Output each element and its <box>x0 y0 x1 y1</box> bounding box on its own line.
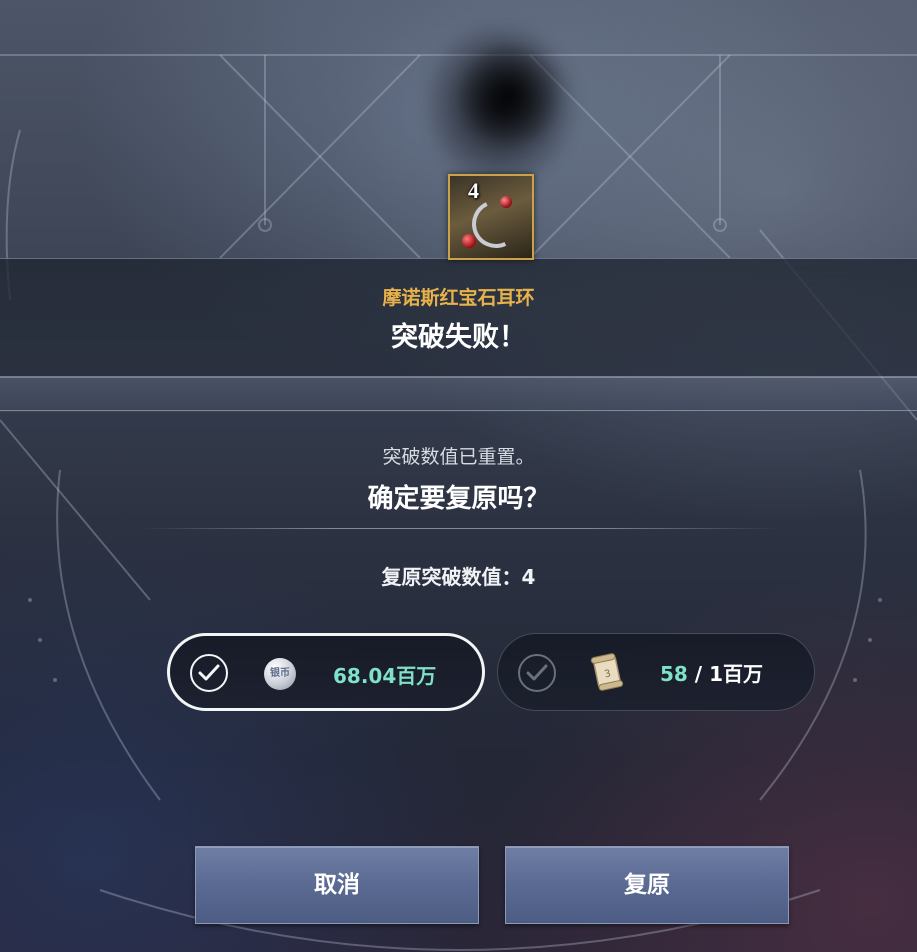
reset-notice: 突破数值已重置。 <box>382 446 535 468</box>
confirm-question: 确定要复原吗？ <box>367 484 550 514</box>
smoke-effect-core <box>455 40 565 150</box>
scroll-icon: 3 <box>590 653 624 691</box>
silver-amount: 68.04百万 <box>333 664 437 688</box>
scroll-amount: 58 / 1百万 <box>660 662 763 686</box>
check-icon[interactable] <box>518 654 556 692</box>
banner-divider-bottom <box>0 410 917 411</box>
check-icon[interactable] <box>190 654 228 692</box>
scroll-cost-option[interactable]: 3 58 / 1百万 <box>497 633 815 711</box>
ruby-gem-icon <box>462 234 476 248</box>
cancel-button[interactable]: 取消 <box>195 846 479 924</box>
restore-value-label: 复原突破数值：4 <box>381 565 536 589</box>
banner-band <box>0 378 917 412</box>
item-name: 摩诺斯红宝石耳环 <box>382 287 535 309</box>
ruby-earring-icon[interactable]: 4 <box>448 174 534 260</box>
silver-cost-option[interactable]: 银币 68.04百万 <box>167 633 485 711</box>
silver-coin-icon: 银币 <box>264 658 296 690</box>
ruby-gem-icon <box>500 196 512 208</box>
breakthrough-fail-text: 突破失败！ <box>391 322 526 353</box>
restore-button[interactable]: 复原 <box>505 846 789 924</box>
item-level: 4 <box>468 178 479 203</box>
divider <box>140 528 780 529</box>
